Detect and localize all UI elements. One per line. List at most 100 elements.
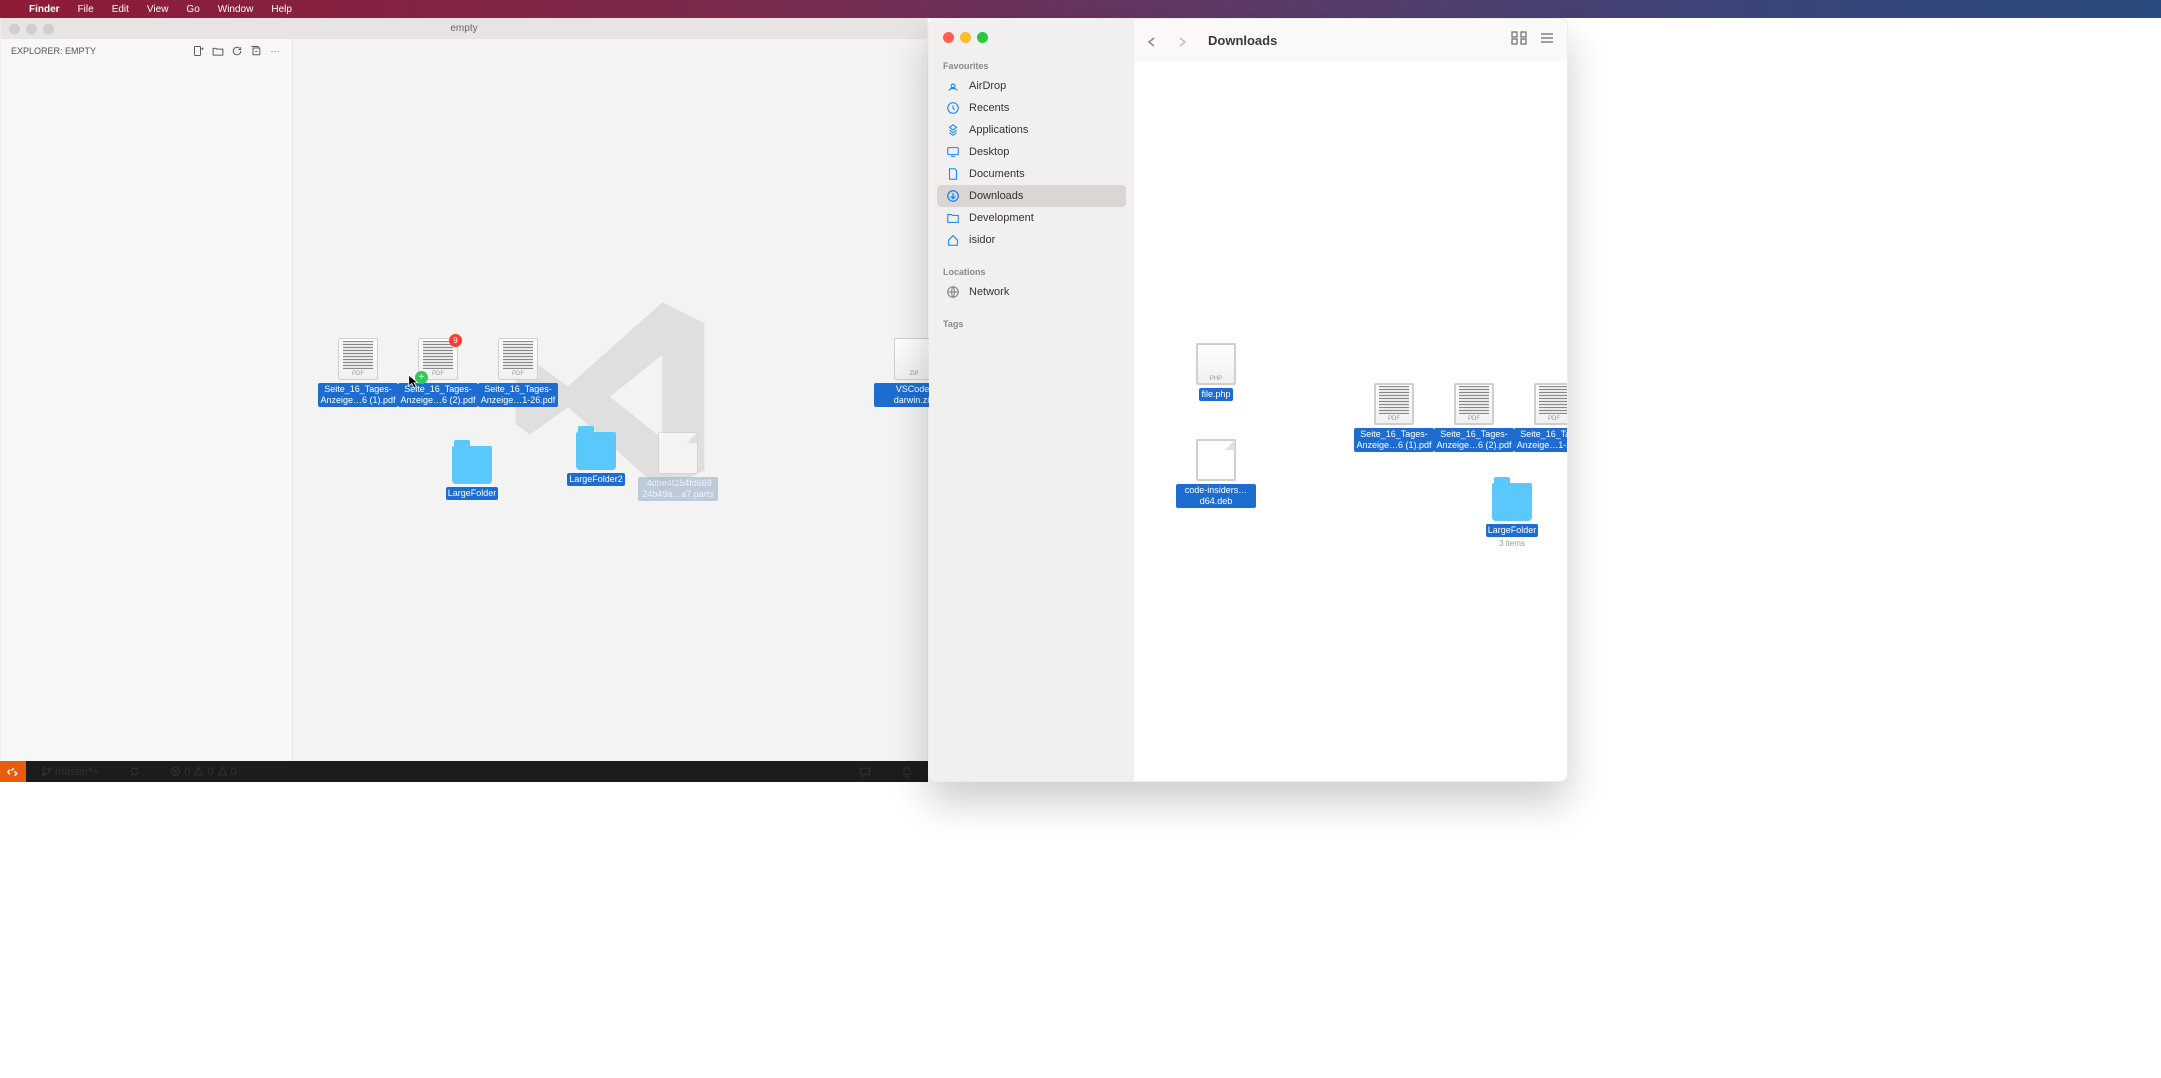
folder-icon <box>452 446 492 484</box>
pdf-thumb-icon: PDF + 9 <box>418 338 458 380</box>
folder-largefolder[interactable]: LargeFolder 3 items <box>1472 483 1552 548</box>
pdf-thumb-icon: PDF <box>1454 383 1494 425</box>
generic-file-icon <box>1196 439 1236 481</box>
sidebar-item-label: AirDrop <box>969 80 1006 92</box>
menu-window[interactable]: Window <box>209 4 263 15</box>
file-label: Seite_16_Tages-Anzeige…6 (1).pdf <box>1354 428 1434 452</box>
sidebar-item-network[interactable]: Network <box>937 281 1126 303</box>
sidebar-item-label: Network <box>969 286 1009 298</box>
sidebar-item-applications[interactable]: Applications <box>937 119 1126 141</box>
airdrop-icon <box>945 78 961 94</box>
generic-file-icon <box>658 432 698 474</box>
drag-plus-badge-icon: + <box>415 371 428 384</box>
file-label: Seite_16_Tages-Anzeige…1-26.pdf <box>478 383 558 407</box>
sidebar-item-label: Applications <box>969 124 1028 136</box>
file-subtitle: 3 items <box>1499 539 1525 548</box>
file-label: Seite_16_Tages-Anzeige…1-26.pdf <box>1514 428 1568 452</box>
sidebar-item-desktop[interactable]: Desktop <box>937 141 1126 163</box>
status-bell[interactable] <box>894 761 920 783</box>
finder-window[interactable]: Favourites AirDrop Recents Applications … <box>928 18 1568 782</box>
folder-icon <box>576 432 616 470</box>
file-label: file.php <box>1199 388 1232 401</box>
vscode-statusbar: master*+ 0 0 0 <box>0 761 928 782</box>
sidebar-item-recents[interactable]: Recents <box>937 97 1126 119</box>
dragged-file-pdf3[interactable]: PDF Seite_16_Tages-Anzeige…1-26.pdf <box>478 338 558 407</box>
warning-count: 0 <box>231 766 237 778</box>
file-pdf2[interactable]: PDF Seite_16_Tages-Anzeige…6 (2).pdf <box>1434 383 1514 452</box>
menu-app-name[interactable]: Finder <box>20 4 69 15</box>
macos-menubar: Finder File Edit View Go Window Help <box>0 0 2161 18</box>
window-close-button[interactable] <box>943 32 954 43</box>
status-problems[interactable]: 0 0 0 <box>163 761 243 783</box>
sidebar-item-documents[interactable]: Documents <box>937 163 1126 185</box>
pdf-thumb-icon: PDF <box>1534 383 1568 425</box>
file-pdf1[interactable]: PDF Seite_16_Tages-Anzeige…6 (1).pdf <box>1354 383 1434 452</box>
window-minimize-button[interactable] <box>960 32 971 43</box>
menu-go[interactable]: Go <box>177 4 208 15</box>
file-php[interactable]: PHP file.php <box>1176 343 1256 401</box>
folder-icon <box>1492 483 1532 521</box>
finder-window-title: Downloads <box>1208 33 1277 48</box>
sidebar-item-airdrop[interactable]: AirDrop <box>937 75 1126 97</box>
php-file-icon: PHP <box>1196 343 1236 385</box>
sidebar-item-label: Development <box>969 212 1034 224</box>
file-deb[interactable]: code-insiders…d64.deb <box>1176 439 1256 508</box>
sidebar-item-development[interactable]: Development <box>937 207 1126 229</box>
nav-back-button[interactable] <box>1146 35 1156 45</box>
error-count: 0 <box>184 766 190 778</box>
applications-icon <box>945 122 961 138</box>
pdf-thumb-icon: PDF <box>1374 383 1414 425</box>
dragged-folder-largefolder[interactable]: LargeFolder <box>432 446 512 500</box>
menu-view[interactable]: View <box>138 4 178 15</box>
finder-nav <box>1146 35 1186 45</box>
document-icon <box>945 166 961 182</box>
menu-edit[interactable]: Edit <box>103 4 138 15</box>
file-label: Seite_16_Tages-Anzeige…6 (2).pdf <box>1434 428 1514 452</box>
dragged-folder-largefolder2[interactable]: LargeFolder2 <box>556 432 636 486</box>
clock-icon <box>945 100 961 116</box>
remote-indicator[interactable] <box>0 761 26 782</box>
downloads-icon <box>945 188 961 204</box>
branch-name: master*+ <box>55 766 99 778</box>
file-label: LargeFolder <box>1486 524 1539 537</box>
pdf-thumb-icon: PDF <box>338 338 378 380</box>
network-icon <box>945 284 961 300</box>
status-sync[interactable] <box>122 761 147 783</box>
file-label: .4dbe4f254fd669 24b49a…a7.parts <box>638 477 718 501</box>
home-icon <box>945 232 961 248</box>
view-icon-grid-icon[interactable] <box>1511 31 1527 50</box>
menu-help[interactable]: Help <box>262 4 301 15</box>
folder-icon <box>945 210 961 226</box>
sidebar-item-label: Desktop <box>969 146 1009 158</box>
finder-toolbar: Downloads <box>1134 19 1567 61</box>
status-feedback[interactable] <box>852 761 878 783</box>
sidebar-item-label: Recents <box>969 102 1009 114</box>
status-branch[interactable]: master*+ <box>34 761 106 783</box>
sidebar-item-label: Documents <box>969 168 1025 180</box>
error-count-2: 0 <box>207 766 213 778</box>
sidebar-item-home[interactable]: isidor <box>937 229 1126 251</box>
view-list-icon[interactable] <box>1539 31 1555 50</box>
finder-sidebar: Favourites AirDrop Recents Applications … <box>929 19 1134 781</box>
finder-view-controls <box>1511 31 1555 50</box>
menu-file[interactable]: File <box>69 4 103 15</box>
file-label: LargeFolder <box>446 487 499 500</box>
sidebar-item-downloads[interactable]: Downloads <box>937 185 1126 207</box>
dragged-file-pdf2[interactable]: PDF + 9 Seite_16_Tages-Anzeige…6 (2).pdf <box>398 338 478 407</box>
pdf-thumb-icon: PDF <box>498 338 538 380</box>
sidebar-section-locations: Locations <box>943 267 1134 277</box>
finder-main-area: Downloads PHP file.php code-insiders…d64… <box>1134 19 1567 781</box>
file-label: Seite_16_Tages-Anzeige…6 (2).pdf <box>398 383 478 407</box>
drag-overlay: PDF Seite_16_Tages-Anzeige…6 (1).pdf PDF… <box>0 18 928 762</box>
file-label: code-insiders…d64.deb <box>1176 484 1256 508</box>
file-pdf3[interactable]: PDF Seite_16_Tages-Anzeige…1-26.pdf <box>1514 383 1568 452</box>
sidebar-section-tags: Tags <box>943 319 1134 329</box>
window-maximize-button[interactable] <box>977 32 988 43</box>
file-label: Seite_16_Tages-Anzeige…6 (1).pdf <box>318 383 398 407</box>
finder-content-area[interactable]: PHP file.php code-insiders…d64.deb PDF S… <box>1134 61 1567 781</box>
nav-forward-button[interactable] <box>1176 35 1186 45</box>
dragged-file-parts[interactable]: .4dbe4f254fd669 24b49a…a7.parts <box>638 432 718 501</box>
dragged-file-pdf1[interactable]: PDF Seite_16_Tages-Anzeige…6 (1).pdf <box>318 338 398 407</box>
sidebar-section-favourites: Favourites <box>943 61 1134 71</box>
desktop-icon <box>945 144 961 160</box>
